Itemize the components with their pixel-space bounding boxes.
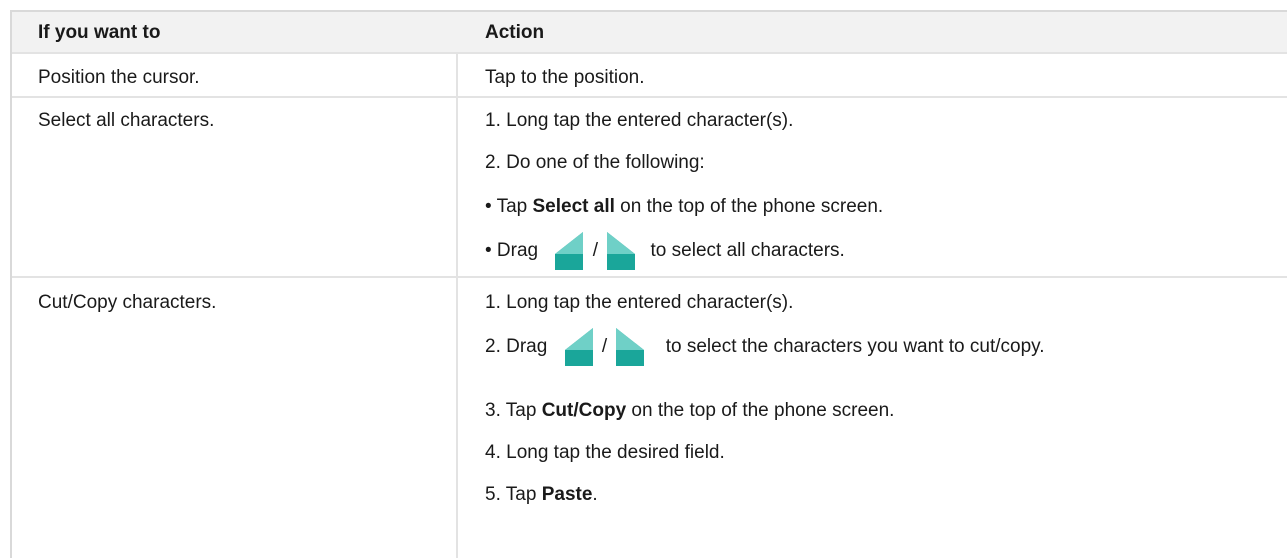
step-3-pre: • Tap [485,196,533,217]
step-4: • Drag / to select all characters. [485,230,845,272]
step-2-pre: 2. Drag [485,336,548,358]
step-2: 2. Do one of the following: [485,152,705,173]
table-row: Position the cursor. Tap to the position… [12,54,1287,98]
task-select-all: Select all characters. [38,110,215,131]
step-3: • Tap Select all on the top of the phone… [485,196,883,218]
task-position-cursor: Position the cursor. [38,67,200,88]
step-3: 3. Tap Cut/Copy on the top of the phone … [485,400,894,422]
step-1: 1. Long tap the entered character(s). [485,110,794,131]
table-header-row: If you want to Action [12,12,1287,54]
table-row: Select all characters. 1. Long tap the e… [12,98,1287,278]
step-3-pre: 3. Tap [485,400,542,421]
left-selection-handle-icon [564,328,593,366]
step-4-post: to select all characters. [650,240,845,262]
step-4: 4. Long tap the desired field. [485,442,725,463]
select-all-label: Select all [532,196,615,217]
paste-label: Paste [541,484,593,505]
left-selection-handle-icon [555,232,584,270]
action-tap-position: Tap to the position. [485,67,645,88]
step-3-post: on the top of the phone screen. [626,400,895,421]
table-row: Cut/Copy characters. 1. Long tap the ent… [12,278,1287,552]
handle-separator: / [592,240,598,262]
right-selection-handle-icon [607,232,636,270]
step-5-pre: 5. Tap [485,484,542,505]
right-selection-handle-icon [616,328,645,366]
task-cut-copy: Cut/Copy characters. [38,292,217,313]
instructions-table: If you want to Action Position the curso… [10,10,1287,558]
step-5: 5. Tap Paste. [485,484,598,506]
step-1: 1. Long tap the entered character(s). [485,292,794,313]
handle-separator: / [601,336,608,358]
step-5-post: . [592,484,598,505]
header-if-you-want-to: If you want to [38,22,161,43]
cut-copy-label: Cut/Copy [541,400,627,421]
step-3-post: on the top of the phone screen. [614,196,884,217]
header-action: Action [485,22,545,43]
step-2-post: to select the characters you want to cut… [665,336,1045,358]
step-2: 2. Drag / to select the characters you w… [485,326,1045,368]
step-4-pre: • Drag [485,240,539,262]
